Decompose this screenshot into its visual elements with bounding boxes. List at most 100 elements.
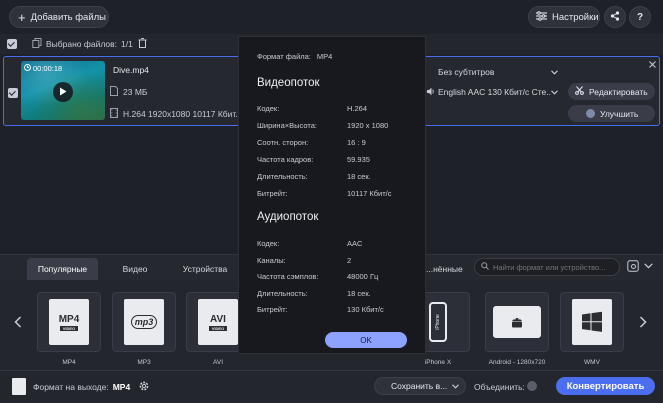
search-icon xyxy=(481,262,489,272)
audio-stream-title: Аудиопоток xyxy=(257,211,319,223)
chevron-right-icon xyxy=(639,316,647,330)
format-search-input[interactable] xyxy=(493,262,618,272)
video-codec-label: Кодек: xyxy=(257,104,280,113)
format-tile-wmv[interactable] xyxy=(560,292,624,352)
video-resolution-value: 1920 x 1080 xyxy=(347,121,389,130)
help-button[interactable]: ? xyxy=(629,6,651,28)
share-button[interactable] xyxy=(604,6,626,28)
audio-bitrate-label: Битрейт: xyxy=(257,305,288,314)
file-info-row[interactable]: H.264 1920x1080 10117 Кбит... xyxy=(110,108,242,120)
play-button[interactable] xyxy=(53,82,73,102)
output-format-value: MP4 xyxy=(112,382,131,392)
save-to-select[interactable]: Сохранить в... xyxy=(374,377,466,395)
audio-icon xyxy=(426,87,438,98)
tab-devices[interactable]: Устройства xyxy=(172,258,238,280)
android-icon xyxy=(493,306,541,338)
format-label-wmv: WMV xyxy=(584,359,600,366)
tab-saved[interactable]: ...нённые xyxy=(426,258,470,280)
output-format-label: Формат на выходе: xyxy=(33,382,109,392)
video-duration-label: Длительность: xyxy=(257,172,308,181)
format-settings-button[interactable] xyxy=(627,260,641,274)
enhance-icon xyxy=(586,109,595,118)
output-format-icon xyxy=(12,378,26,395)
format-search[interactable] xyxy=(474,258,620,276)
scroll-right-button[interactable] xyxy=(639,316,647,330)
format-tile-android[interactable] xyxy=(485,292,549,352)
selected-files-count: 1/1 xyxy=(121,39,133,49)
save-to-label: Сохранить в... xyxy=(391,381,448,391)
merge-label: Объединить: xyxy=(474,382,525,392)
delete-selected-button[interactable] xyxy=(138,38,147,50)
audio-codec-label: Кодек: xyxy=(257,239,280,248)
trash-icon xyxy=(138,38,147,50)
plus-icon: + xyxy=(18,9,26,25)
video-thumbnail[interactable]: 00:00:18 xyxy=(21,61,105,120)
panel-collapse-button[interactable] xyxy=(644,261,653,271)
format-row: Формат файла: MP4 xyxy=(257,52,332,61)
video-framerate-value: 59.935 xyxy=(347,155,370,164)
video-duration-value: 18 сек. xyxy=(347,172,371,181)
file-size-row: 23 МБ xyxy=(110,86,147,98)
duration-badge: 00:00:18 xyxy=(24,64,62,73)
format-settings-icon xyxy=(627,260,639,274)
audio-samplerate-value: 48000 Гц xyxy=(347,272,379,281)
video-aspect-value: 16 : 9 xyxy=(347,138,366,147)
audio-duration-label: Длительность: xyxy=(257,289,308,298)
audio-channels-label: Каналы: xyxy=(257,256,286,265)
iphone-icon: iPhone xyxy=(429,302,447,342)
audio-channels-value: 2 xyxy=(347,256,352,265)
subtitles-value: Без субтитров xyxy=(438,67,495,77)
file-size-icon xyxy=(110,86,118,98)
format-label-iphone: iPhone X xyxy=(424,359,452,366)
tab-video[interactable]: Видео xyxy=(100,258,170,280)
format-label: Формат файла: xyxy=(257,52,311,61)
format-tile-mp3[interactable]: mp3 xyxy=(112,292,176,352)
subtitles-select[interactable]: Без субтитров xyxy=(426,65,558,79)
enhance-button[interactable]: Улучшить xyxy=(568,105,655,122)
scissors-icon xyxy=(575,86,584,97)
sliders-icon xyxy=(536,10,547,24)
duration-text: 00:00:18 xyxy=(33,64,63,73)
selected-files-label: Выбрано файлов: xyxy=(46,39,118,49)
chevron-down-icon xyxy=(644,261,653,271)
file-video-info: H.264 1920x1080 10117 Кбит... xyxy=(123,109,243,119)
play-icon xyxy=(59,87,67,98)
files-icon xyxy=(32,38,42,50)
clock-icon xyxy=(24,64,31,73)
audio-duration-value: 18 сек. xyxy=(347,289,371,298)
output-settings-button[interactable] xyxy=(138,380,150,394)
format-tile-mp4[interactable]: MP4 VIDEO xyxy=(37,292,101,352)
select-all-checkbox[interactable] xyxy=(7,39,17,49)
format-label-mp3: MP3 xyxy=(137,359,151,366)
add-files-button[interactable]: + Добавить файлы xyxy=(9,6,109,28)
file-size: 23 МБ xyxy=(123,87,148,97)
audio-track-select[interactable]: English AAC 130 Кбит/с Сте... xyxy=(426,85,558,99)
convert-button[interactable]: Конвертировать xyxy=(556,377,655,395)
film-icon xyxy=(110,108,118,120)
edit-label: Редактировать xyxy=(589,86,648,97)
ok-button[interactable]: OK xyxy=(325,332,407,348)
video-bitrate-value: 10117 Кбит/с xyxy=(347,189,392,198)
settings-button[interactable]: Настройки xyxy=(528,6,600,28)
remove-file-button[interactable] xyxy=(649,60,656,70)
video-resolution-label: Ширина×Высота: xyxy=(257,121,317,130)
close-icon xyxy=(649,60,656,70)
edit-button[interactable]: Редактировать xyxy=(568,83,655,100)
format-label-avi: AVI xyxy=(213,359,223,366)
chevron-down-icon xyxy=(551,87,558,97)
file-checkbox[interactable] xyxy=(8,88,18,98)
audio-codec-value: AAC xyxy=(347,239,363,248)
audio-bitrate-value: 130 Кбит/с xyxy=(347,305,384,314)
scroll-left-button[interactable] xyxy=(14,316,22,330)
windows-icon xyxy=(572,299,612,345)
output-format[interactable]: Формат на выходе: MP4 xyxy=(33,382,130,392)
format-label-android: Android - 1280x720 xyxy=(488,359,546,366)
audio-track-value: English AAC 130 Кбит/с Сте... xyxy=(438,87,551,97)
selected-files-info: Выбрано файлов: 1/1 xyxy=(32,38,133,50)
mp4-icon: MP4 VIDEO xyxy=(49,299,89,345)
video-codec-value: H.264 xyxy=(347,104,368,113)
tab-popular[interactable]: Популярные xyxy=(27,258,98,280)
merge-toggle[interactable] xyxy=(527,381,537,391)
enhance-label: Улучшить xyxy=(600,108,639,119)
avi-icon: AVI VIDEO xyxy=(198,299,238,345)
